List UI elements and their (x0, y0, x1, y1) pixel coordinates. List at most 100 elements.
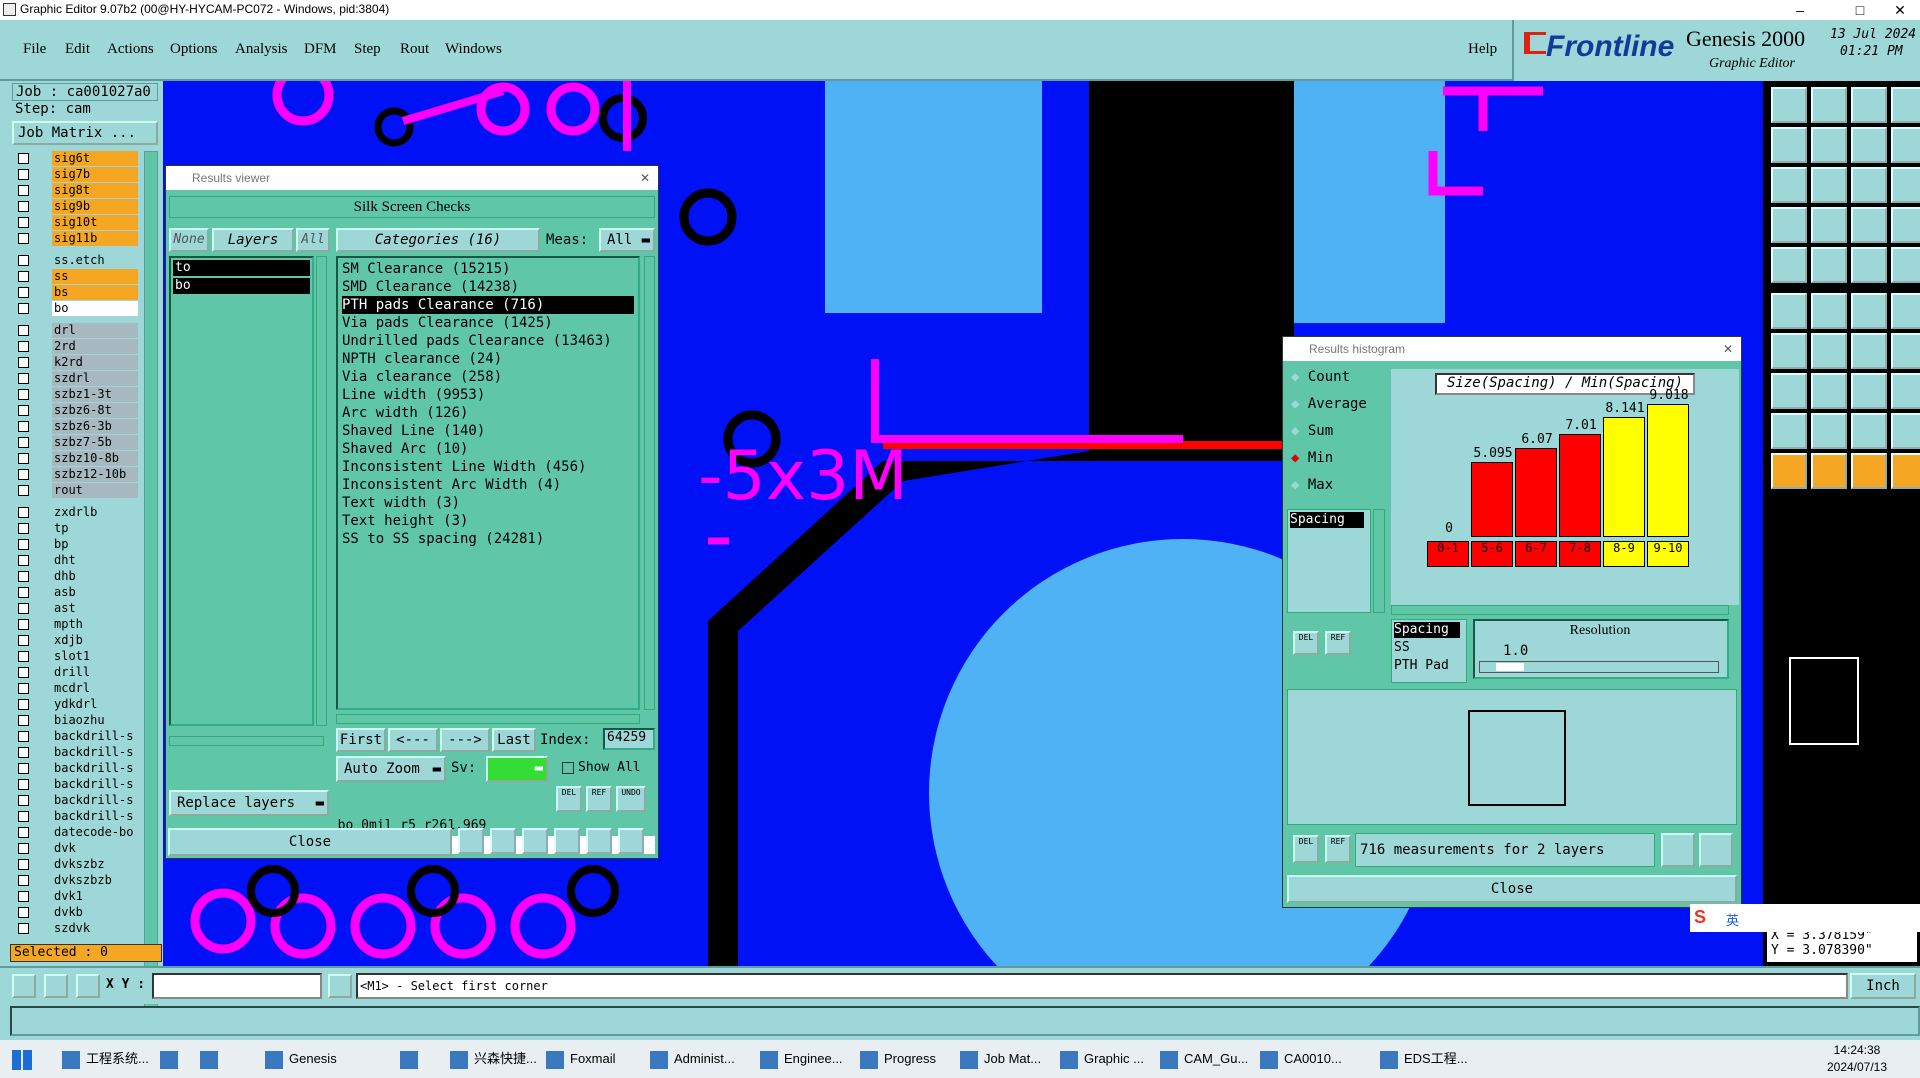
show-all-checkbox[interactable] (562, 762, 574, 774)
meas-dropdown[interactable]: All ▬ (599, 228, 655, 252)
layer-checkbox[interactable] (18, 255, 29, 266)
histogram-bar[interactable] (1471, 461, 1513, 537)
open-tool-icon[interactable] (1771, 87, 1807, 123)
layer-row[interactable]: 2rd (12, 339, 138, 354)
layer-name[interactable]: szbz6-3b (52, 419, 138, 434)
taskbar-item[interactable]: 兴森快捷... (450, 1046, 537, 1072)
menu-windows[interactable]: Windows (445, 41, 502, 58)
layer-checkbox[interactable] (18, 485, 29, 496)
menu-edit[interactable]: Edit (65, 41, 90, 58)
undo-tool-icon[interactable] (1891, 207, 1920, 243)
layer-row[interactable]: dvkszbzb (12, 873, 138, 888)
copy-tool-icon[interactable] (1851, 207, 1887, 243)
info-icon[interactable] (328, 974, 352, 998)
list2-item[interactable]: SS (1394, 640, 1410, 655)
layer-checkbox[interactable] (18, 667, 29, 678)
layer-checkbox[interactable] (18, 827, 29, 838)
close-icon[interactable]: ✕ (1880, 0, 1920, 20)
layer-checkbox[interactable] (18, 763, 29, 774)
layer-checkbox[interactable] (18, 683, 29, 694)
layer-row[interactable]: bs (12, 285, 138, 300)
layer-result-list[interactable]: to bo (169, 256, 314, 726)
layer-name[interactable]: szdrl (52, 371, 138, 386)
add-tool-icon[interactable] (1811, 293, 1847, 329)
layer-row[interactable]: szbz10-8b (12, 451, 138, 466)
line-tool-icon[interactable] (1851, 247, 1887, 283)
layer-checkbox[interactable] (18, 325, 29, 336)
layer-row[interactable]: biaozhu (12, 713, 138, 728)
stat-option-count[interactable]: ◆ Count (1291, 369, 1350, 385)
layers-button[interactable]: Layers (212, 228, 294, 252)
category-item[interactable]: Shaved Arc (10) (342, 440, 634, 458)
hist-del-button-2[interactable]: DEL (1293, 835, 1319, 863)
layer-row[interactable]: szbz7-5b (12, 435, 138, 450)
snap-icon[interactable] (12, 974, 36, 998)
layer-row[interactable]: k2rd (12, 355, 138, 370)
layer-row[interactable]: sig7b (12, 167, 138, 182)
attribute-item-spacing[interactable]: Spacing (1290, 512, 1364, 528)
layer-row[interactable]: sig11b (12, 231, 138, 246)
layer-checkbox[interactable] (18, 405, 29, 416)
menu-rout[interactable]: Rout (400, 41, 429, 58)
taskbar-item[interactable]: Enginee... (760, 1046, 843, 1072)
index-field[interactable]: 64259 (603, 728, 655, 750)
select-tool-icon[interactable] (1811, 453, 1847, 489)
del-button[interactable]: DEL (556, 786, 582, 812)
layer-name[interactable]: asb (52, 585, 138, 600)
bar-category-label[interactable]: 5-6 (1471, 541, 1513, 567)
layer-checkbox[interactable] (18, 731, 29, 742)
taskbar-item[interactable]: Job Mat... (960, 1046, 1041, 1072)
taskbar-item[interactable]: CA0010... (1260, 1046, 1342, 1072)
layer-name[interactable]: sig11b (52, 231, 138, 246)
layer-row[interactable]: ast (12, 601, 138, 616)
layer-row[interactable]: mpth (12, 617, 138, 632)
layer-name[interactable]: sig7b (52, 167, 138, 182)
layer-name[interactable]: backdrill-s (52, 729, 138, 744)
layer-row[interactable]: sig6t (12, 151, 138, 166)
category-list[interactable]: SM Clearance (15215) SMD Clearance (14238… (336, 256, 640, 710)
maximize-icon[interactable]: □ (1840, 0, 1880, 20)
layer-row[interactable]: drill (12, 665, 138, 680)
layer-row[interactable]: sig9b (12, 199, 138, 214)
layer-checkbox[interactable] (18, 923, 29, 934)
layer-checkbox[interactable] (18, 357, 29, 368)
layer-row[interactable]: szdvk (12, 921, 138, 936)
category-item[interactable]: SM Clearance (15215) (342, 260, 634, 278)
bar-category-label[interactable]: 0-1 (1427, 541, 1469, 567)
category-item[interactable]: NPTH clearance (24) (342, 350, 634, 368)
hist-ref-button-2[interactable]: REF (1325, 835, 1351, 863)
layer-row[interactable]: dvk (12, 841, 138, 856)
triangle-tool-icon[interactable] (1771, 413, 1807, 449)
xy-input[interactable] (152, 973, 322, 999)
arc-poly-tool-icon[interactable] (1891, 413, 1920, 449)
layer-name[interactable]: dvkb (52, 905, 138, 920)
hist-del-button[interactable]: DEL (1293, 631, 1319, 655)
layer-checkbox[interactable] (18, 287, 29, 298)
layer-checkbox[interactable] (18, 699, 29, 710)
attribute-list-2[interactable]: Spacing SS PTH Pad (1391, 619, 1467, 683)
taskbar-item[interactable]: 工程系统... (62, 1046, 149, 1072)
layer-checkbox[interactable] (18, 421, 29, 432)
bar-category-label[interactable]: 6-7 (1515, 541, 1557, 567)
layer-list[interactable]: sig6t sig7b sig8t sig9b sig10t sig11b ss.etch s… (12, 151, 140, 1016)
list2-item[interactable]: PTH Pad (1394, 658, 1449, 673)
stat-option-average[interactable]: ◆ Average (1291, 396, 1367, 412)
arc-tool-icon[interactable] (1771, 293, 1807, 329)
record-tool-icon[interactable] (1771, 247, 1807, 283)
stat-option-max[interactable]: ◆ Max (1291, 477, 1333, 493)
pointer-tool-icon[interactable] (1771, 453, 1807, 489)
layer-checkbox[interactable] (18, 373, 29, 384)
layer-row[interactable]: sig10t (12, 215, 138, 230)
layer-checkbox[interactable] (18, 201, 29, 212)
layer-row[interactable]: backdrill-s (12, 729, 138, 744)
category-item[interactable]: SS to SS spacing (24281) (342, 530, 634, 548)
layer-checkbox[interactable] (18, 233, 29, 244)
zoom-out-tool-icon[interactable] (1811, 127, 1847, 163)
sv-color-dropdown[interactable]: ▬ (486, 756, 548, 782)
layer-checkbox[interactable] (18, 635, 29, 646)
category-item[interactable]: Arc width (126) (342, 404, 634, 422)
layer-name[interactable]: xdjb (52, 633, 138, 648)
layer-checkbox[interactable] (18, 603, 29, 614)
zoom-icon[interactable] (554, 828, 580, 854)
menu-actions[interactable]: Actions (107, 41, 154, 58)
